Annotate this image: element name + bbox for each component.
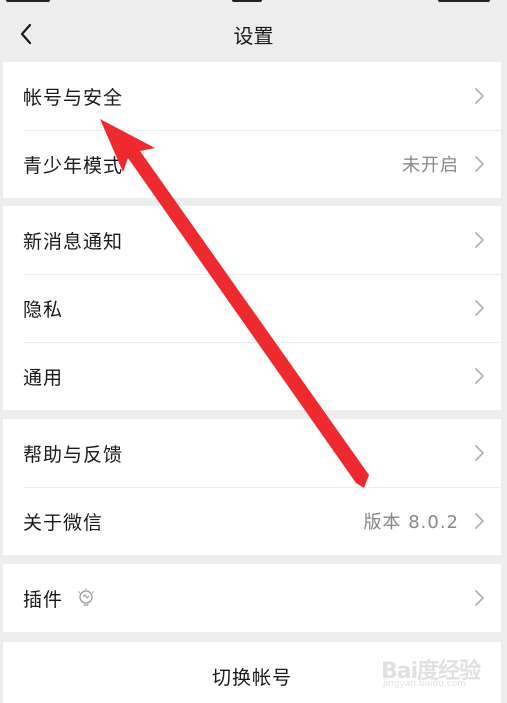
plugins-row[interactable]: 插件 (3, 564, 501, 632)
navigation-bar: 设置 (0, 8, 507, 60)
row-label: 新消息通知 (23, 230, 124, 253)
settings-group-account: 帐号与安全 青少年模式 未开启 (3, 62, 501, 198)
baidu-jingyan-watermark: Bai度经验 jingyan.baidu.com (381, 653, 493, 695)
row-label: 帮助与反馈 (23, 443, 124, 466)
chevron-right-icon (475, 590, 484, 606)
row-label: 隐私 (23, 298, 64, 321)
privacy-row[interactable]: 隐私 (3, 274, 501, 342)
switch-account-label: 切换帐号 (211, 666, 292, 689)
chevron-right-icon (475, 232, 484, 248)
help-feedback-row[interactable]: 帮助与反馈 (3, 419, 501, 487)
chevron-right-icon (475, 88, 484, 104)
about-wechat-row[interactable]: 关于微信 版本 8.0.2 (3, 487, 501, 555)
page-title: 设置 (233, 24, 274, 48)
settings-group-general: 新消息通知 隐私 通用 (3, 206, 501, 410)
row-label: 插件 (23, 588, 64, 611)
status-bar-fragment (232, 0, 262, 2)
chevron-right-icon (475, 156, 484, 172)
row-label: 关于微信 (23, 511, 104, 534)
settings-group-about: 帮助与反馈 关于微信 版本 8.0.2 (3, 419, 501, 555)
youth-mode-row[interactable]: 青少年模式 未开启 (3, 130, 501, 198)
row-label: 通用 (23, 366, 64, 389)
settings-group-plugins: 插件 (3, 564, 501, 632)
status-bar-fragment (438, 0, 490, 2)
row-value: 未开启 (402, 155, 459, 176)
general-row[interactable]: 通用 (3, 342, 501, 410)
version-value: 版本 8.0.2 (363, 512, 459, 533)
status-bar (0, 0, 507, 8)
chevron-right-icon (475, 513, 484, 529)
chevron-right-icon (475, 300, 484, 316)
account-security-row[interactable]: 帐号与安全 (3, 62, 501, 130)
watermark-url: jingyan.baidu.com (383, 679, 467, 689)
settings-screen: 设置 帐号与安全 青少年模式 未开启 新消息通知 隐私 通用 帮助与反馈 关于微… (0, 0, 507, 703)
lightbulb-icon (78, 588, 94, 606)
row-label: 青少年模式 (23, 154, 124, 177)
chevron-right-icon (475, 445, 484, 461)
chevron-right-icon (475, 368, 484, 384)
notifications-row[interactable]: 新消息通知 (3, 206, 501, 274)
row-label: 帐号与安全 (23, 86, 124, 109)
status-bar-fragment (6, 0, 50, 2)
